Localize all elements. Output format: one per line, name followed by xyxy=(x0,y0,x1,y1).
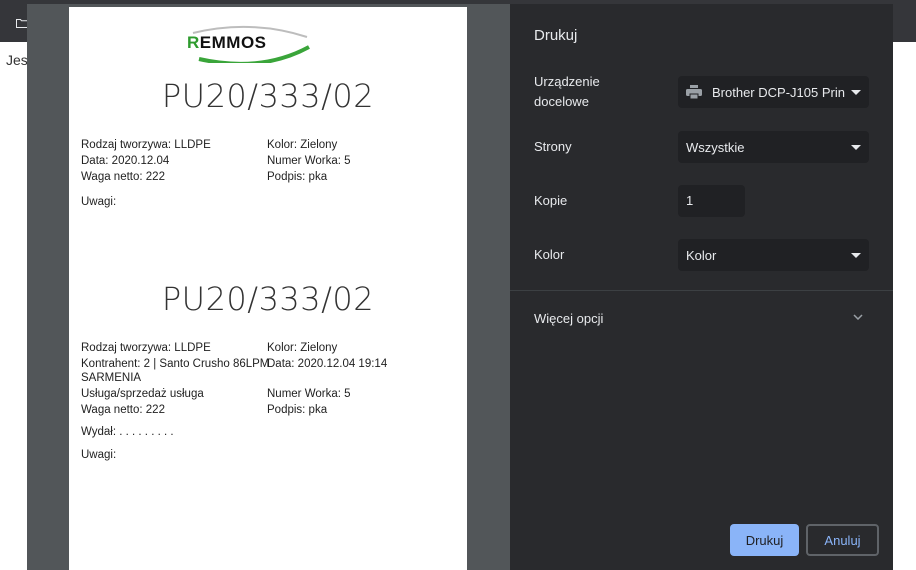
label-color: Kolor: Zielony xyxy=(267,342,338,354)
destination-label: Urządzenie docelowe xyxy=(534,74,600,109)
print-settings-panel: Drukuj Urządzenie docelowe Brother DCP-J… xyxy=(510,4,893,570)
chevron-down-icon xyxy=(851,144,861,150)
logo-text: REMMOS xyxy=(187,33,267,52)
copies-input[interactable]: 1 xyxy=(678,185,745,217)
cancel-button[interactable]: Anuluj xyxy=(806,524,879,556)
label-material: Rodzaj tworzywa: LLDPE xyxy=(81,342,211,354)
label-notes: Uwagi: xyxy=(81,196,117,208)
more-options-toggle[interactable]: Więcej opcji xyxy=(510,291,893,341)
preview-page: REMMOS PU20/333/02 Rodzaj tworzywa: LLDP… xyxy=(69,7,467,570)
color-label: Kolor xyxy=(534,247,565,262)
destination-select[interactable]: Brother DCP-J105 Printer xyxy=(678,76,869,108)
copies-label: Kopie xyxy=(534,193,568,208)
chevron-down-icon xyxy=(851,89,861,95)
more-options-label: Więcej opcji xyxy=(534,311,604,326)
label-material: Rodzaj tworzywa: LLDPE xyxy=(81,139,211,151)
label-notes: Uwagi: xyxy=(81,449,117,461)
pages-select[interactable]: Wszystkie xyxy=(678,131,869,163)
pages-value: Wszystkie xyxy=(686,139,745,155)
printer-icon xyxy=(686,85,702,99)
label-weight: Waga netto: 222 xyxy=(81,171,165,183)
label-weight: Waga netto: 222 xyxy=(81,404,165,416)
label-title: PU20/333/02 xyxy=(161,280,375,318)
label-contractor: Kontrahent: 2 | Santo Crusho 86LPM SARME… xyxy=(81,358,270,384)
label-color: Kolor: Zielony xyxy=(267,139,338,151)
label-title: PU20/333/02 xyxy=(161,77,375,115)
label-signature: Podpis: pka xyxy=(267,171,328,183)
pages-label: Strony xyxy=(534,139,572,154)
print-preview: REMMOS PU20/333/02 Rodzaj tworzywa: LLDP… xyxy=(27,4,510,570)
chevron-down-icon xyxy=(851,252,861,258)
remmos-logo: REMMOS xyxy=(181,23,321,63)
color-value: Kolor xyxy=(686,247,717,263)
label-bag-number: Numer Worka: 5 xyxy=(267,155,351,167)
background-page-text: Jes xyxy=(6,52,28,68)
label-issued-by: Wydał: . . . . . . . . . xyxy=(81,426,174,438)
label-bag-number: Numer Worka: 5 xyxy=(267,388,351,400)
destination-value: Brother DCP-J105 Printer xyxy=(712,84,845,100)
print-button[interactable]: Drukuj xyxy=(730,524,799,556)
label-signature: Podpis: pka xyxy=(267,404,328,416)
color-select[interactable]: Kolor xyxy=(678,239,869,271)
chevron-down-icon xyxy=(853,314,863,320)
label-service: Usługa/sprzedaż usługa xyxy=(81,388,204,400)
print-dialog: REMMOS PU20/333/02 Rodzaj tworzywa: LLDP… xyxy=(27,4,893,570)
dialog-title: Drukuj xyxy=(534,27,578,44)
label-date: Data: 2020.12.04 19:14 xyxy=(267,358,388,370)
label-date: Data: 2020.12.04 xyxy=(81,155,170,167)
